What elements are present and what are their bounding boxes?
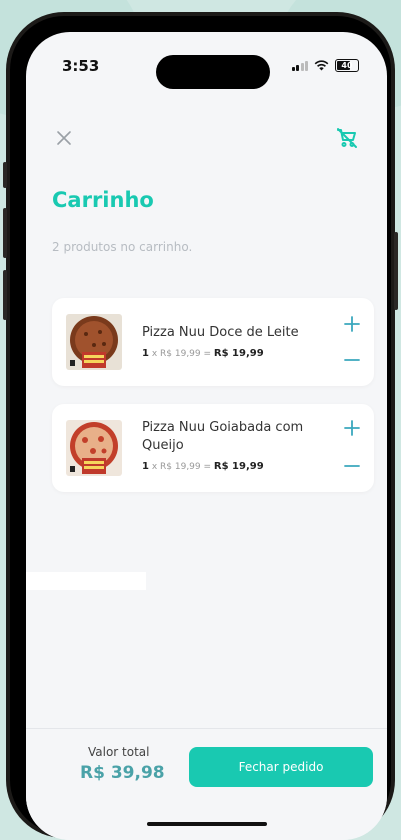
product-unit-price: x R$ 19,99 = <box>151 349 212 359</box>
product-total: R$ 19,99 <box>213 461 264 472</box>
wifi-icon <box>314 60 329 71</box>
minus-icon <box>344 465 360 467</box>
total-value: R$ 39,98 <box>80 763 165 783</box>
cart-item: Pizza Nuu Goiabada com Queijo 1 x R$ 19,… <box>52 404 374 492</box>
product-unit-price: x R$ 19,99 = <box>151 462 212 472</box>
product-total: R$ 19,99 <box>213 348 264 359</box>
battery-level: 40 <box>341 61 353 70</box>
cart-remove-icon <box>337 128 357 148</box>
decrease-quantity-button[interactable] <box>342 456 362 476</box>
clear-cart-button[interactable] <box>335 126 359 150</box>
plus-icon <box>344 420 360 436</box>
checkout-button[interactable]: Fechar pedido <box>189 747 373 787</box>
dynamic-island <box>156 55 270 89</box>
minus-icon <box>344 359 360 361</box>
product-quantity: 1 <box>142 461 149 472</box>
status-icons: 40 <box>291 59 359 72</box>
product-name: Pizza Nuu Doce de Leite <box>142 325 299 340</box>
increase-quantity-button[interactable] <box>342 314 362 334</box>
total-label: Valor total <box>88 745 150 759</box>
product-name: Pizza Nuu Goiabada com Queijo <box>142 420 304 453</box>
product-image <box>64 312 124 372</box>
product-quantity: 1 <box>142 348 149 359</box>
battery-icon: 40 <box>335 59 359 72</box>
page-title: Carrinho <box>52 188 154 212</box>
redaction-block <box>26 572 146 590</box>
home-indicator <box>147 822 267 826</box>
app-screen: 3:53 40 Carrinho 2 produtos no carrinho.… <box>26 32 387 840</box>
close-button[interactable] <box>54 128 74 148</box>
increase-quantity-button[interactable] <box>342 418 362 438</box>
plus-icon <box>344 316 360 332</box>
signal-icon <box>291 60 308 71</box>
cart-item: Pizza Nuu Doce de Leite 1 x R$ 19,99 = R… <box>52 298 374 386</box>
product-price-line: 1 x R$ 19,99 = R$ 19,99 <box>142 348 264 359</box>
cart-count-text: 2 produtos no carrinho. <box>52 240 193 254</box>
product-image <box>64 418 124 478</box>
product-price-line: 1 x R$ 19,99 = R$ 19,99 <box>142 461 264 472</box>
decrease-quantity-button[interactable] <box>342 350 362 370</box>
phone-frame: 3:53 40 Carrinho 2 produtos no carrinho.… <box>3 12 398 840</box>
status-time: 3:53 <box>62 57 100 75</box>
close-icon <box>57 131 71 145</box>
